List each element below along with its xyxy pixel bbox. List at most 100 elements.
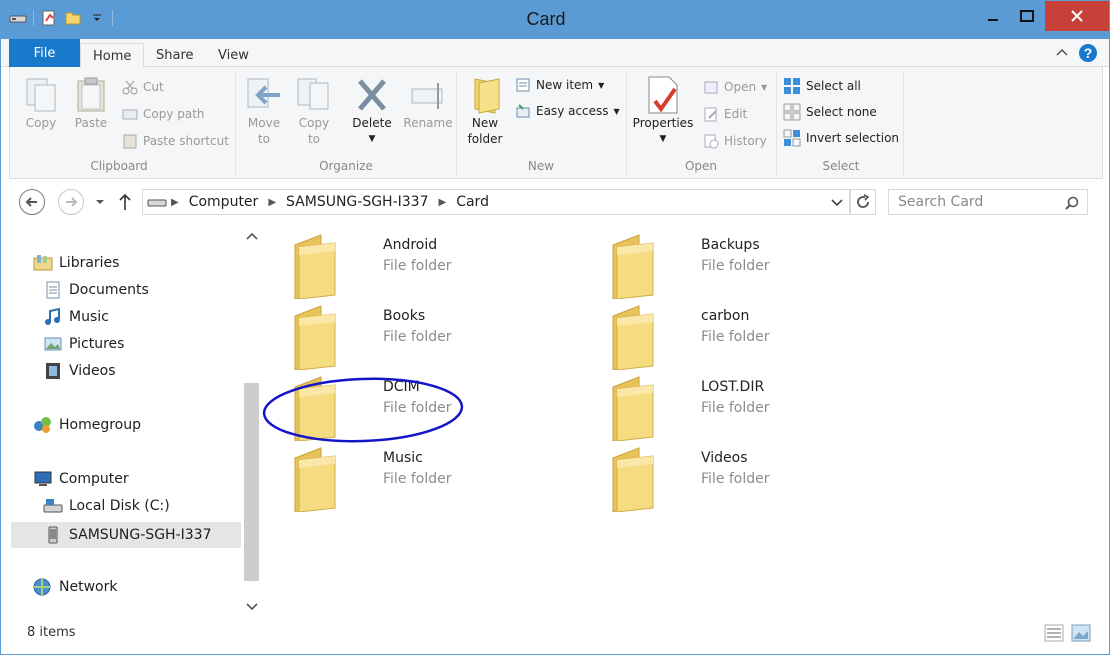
nav-videos[interactable]: Videos [43,362,116,380]
new-item-icon [516,78,530,92]
move-to-label-2: to [257,132,271,146]
folder-type: File folder [701,471,770,487]
search-icon[interactable] [1065,196,1079,210]
paste-shortcut-button[interactable]: Paste shortcut [122,133,229,149]
select-none-button[interactable]: Select none [783,103,877,121]
nav-libraries[interactable]: Libraries [33,254,119,272]
folder-item[interactable]: LOST.DIR File folder [609,373,909,441]
scrollbar-thumb[interactable] [244,383,259,581]
nav-libraries-label: Libraries [59,255,120,271]
details-view-icon[interactable] [1044,624,1064,642]
breadcrumb-separator[interactable]: ▶ [435,197,451,208]
folder-name: Android [383,237,438,253]
folder-item[interactable]: Videos File folder [609,444,909,512]
pictures-icon [44,337,62,351]
forward-button[interactable] [58,189,84,215]
nav-documents[interactable]: Documents [43,281,149,299]
select-group: Select all Select none Invert selection … [777,71,905,175]
tab-home[interactable]: Home [80,43,145,69]
cut-button[interactable]: Cut [122,79,164,95]
properties-icon [648,76,678,114]
folder-icon [294,305,336,370]
scroll-down-icon[interactable] [246,602,258,612]
cut-label: Cut [143,80,164,94]
open-group: Properties ▼ Open ▼ Edit History Open [627,71,775,175]
documents-icon [46,281,60,299]
up-arrow-icon[interactable] [118,193,132,211]
close-icon [1071,10,1083,22]
folder-item[interactable]: carbon File folder [609,302,909,370]
folder-icon [612,376,654,441]
move-to-label-1: Move [247,116,281,130]
select-all-button[interactable]: Select all [783,77,861,95]
phone-icon [48,526,58,544]
help-icon[interactable]: ? [1078,43,1098,63]
new-folder-button[interactable]: New folder [461,75,509,147]
properties-button[interactable]: Properties ▼ [629,75,697,147]
nav-music[interactable]: Music [43,308,109,326]
nav-pictures[interactable]: Pictures [43,335,124,353]
svg-text:?: ? [1084,45,1093,61]
folder-type: File folder [701,400,770,416]
folder-item[interactable]: Android File folder [291,231,591,299]
folder-item[interactable]: Backups File folder [609,231,909,299]
navigation-scrollbar[interactable] [242,225,261,619]
folder-item[interactable]: Music File folder [291,444,591,512]
easy-access-button[interactable]: Easy access ▼ [515,103,620,119]
folder-type: File folder [383,258,452,274]
folder-icon [612,305,654,370]
rename-icon [411,83,443,109]
new-group-label: New [527,159,555,173]
clipboard-group-label: Clipboard [90,159,148,173]
scroll-up-icon[interactable] [246,231,258,241]
folder-type: File folder [383,471,452,487]
copy-to-button[interactable]: Copy to [290,75,338,147]
breadcrumb-separator[interactable]: ▶ [264,197,280,208]
properties-dropdown-arrow[interactable]: ▼ [660,131,667,147]
paste-button[interactable]: Paste [68,75,114,131]
tab-file[interactable]: File [9,39,80,67]
copy-path-icon [122,109,138,120]
move-to-button[interactable]: Move to [240,75,288,147]
folder-item[interactable]: Books File folder [291,302,591,370]
close-button[interactable] [1045,1,1109,31]
nav-computer[interactable]: Computer [33,470,129,488]
search-placeholder: Search Card [898,194,984,210]
nav-samsung[interactable]: SAMSUNG-SGH-I337 [11,522,241,548]
folder-type: File folder [701,329,770,345]
search-box[interactable]: Search Card [888,189,1088,215]
large-icons-view-icon[interactable] [1071,624,1091,642]
open-button[interactable]: Open ▼ [703,79,767,95]
nav-network[interactable]: Network [33,578,117,596]
copy-path-button[interactable]: Copy path [122,106,205,122]
address-dropdown-icon[interactable] [831,198,843,208]
new-item-button[interactable]: New item ▼ [515,77,604,93]
copy-icon [26,78,56,112]
address-bar[interactable]: ▶ Computer ▶ SAMSUNG-SGH-I337 ▶ Card [142,189,850,215]
nav-local-disk[interactable]: Local Disk (C:) [43,497,170,515]
breadcrumb-samsung[interactable]: SAMSUNG-SGH-I337 [280,194,434,210]
copy-button[interactable]: Copy [18,75,64,131]
nav-homegroup[interactable]: Homegroup [33,416,141,434]
refresh-icon [857,194,870,208]
easy-access-icon [516,104,530,118]
edit-button[interactable]: Edit [703,106,747,122]
breadcrumb-separator[interactable]: ▶ [167,197,183,208]
refresh-button[interactable] [850,189,876,215]
history-button[interactable]: History [703,133,767,149]
recent-locations-icon[interactable] [95,198,105,206]
maximize-button[interactable] [1005,1,1049,31]
delete-label: Delete [352,116,392,130]
delete-dropdown-arrow[interactable]: ▼ [369,131,376,147]
invert-selection-button[interactable]: Invert selection [783,129,899,147]
back-button[interactable] [19,189,45,215]
rename-button[interactable]: Rename [400,75,456,131]
breadcrumb-computer[interactable]: Computer [183,194,265,210]
tab-view[interactable]: View [206,43,261,68]
collapse-ribbon-icon[interactable] [1056,47,1068,57]
delete-button[interactable]: Delete ▼ [348,75,396,147]
breadcrumb-card[interactable]: Card [450,194,495,210]
folder-name: LOST.DIR [701,379,765,395]
folder-icon [474,78,500,114]
tab-share[interactable]: Share [144,43,206,68]
